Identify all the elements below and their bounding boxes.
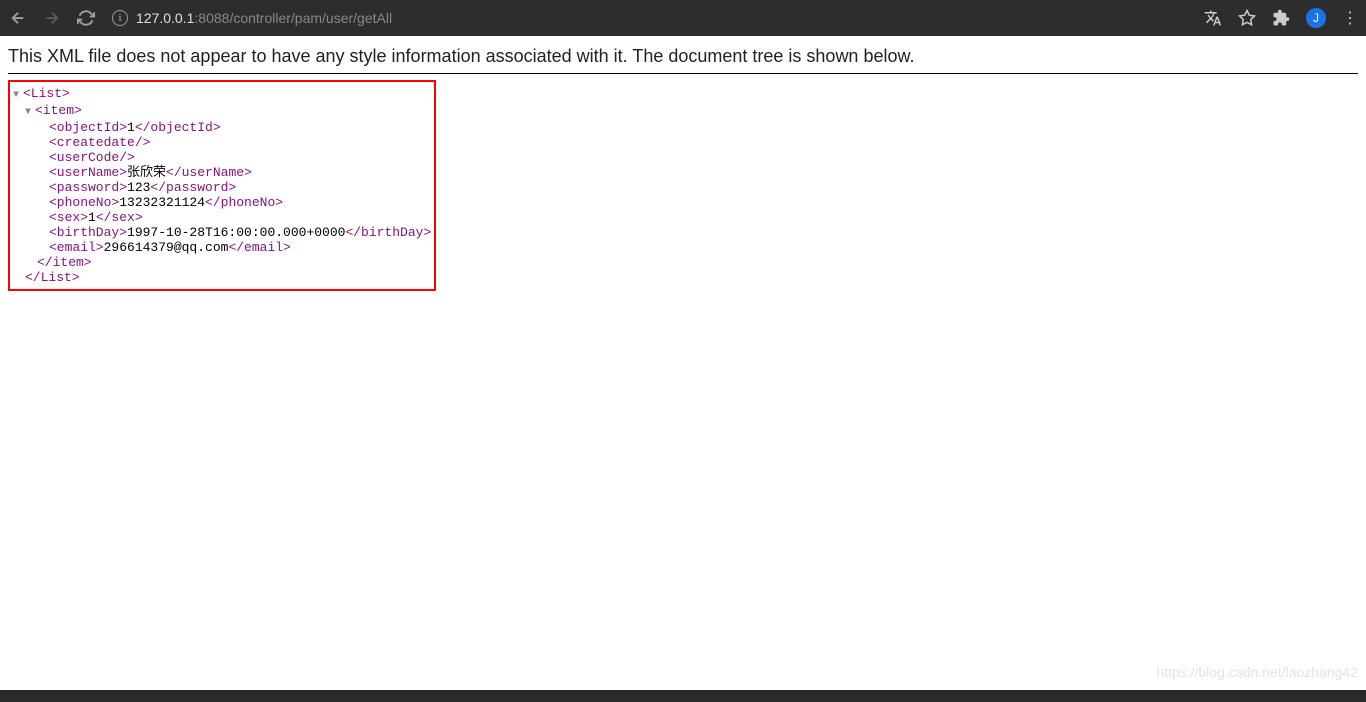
xml-createdate: <createdate/> — [13, 135, 431, 150]
address-bar[interactable]: i 127.0.0.1:8088/controller/pam/user/get… — [112, 10, 1192, 26]
xml-phoneno: <phoneNo>13232321124</phoneNo> — [13, 195, 431, 210]
reload-button[interactable] — [76, 8, 96, 28]
forward-button[interactable] — [42, 8, 62, 28]
star-icon[interactable] — [1238, 9, 1256, 27]
toggle-icon[interactable]: ▼ — [13, 88, 23, 103]
xml-password: <password>123</password> — [13, 180, 431, 195]
menu-icon[interactable]: ⋮ — [1342, 8, 1358, 28]
nav-buttons — [8, 8, 96, 28]
xml-root-close: </List> — [13, 270, 431, 285]
watermark: https://blog.csdn.net/laozhang42 — [1156, 664, 1358, 680]
xml-sex: <sex>1</sex> — [13, 210, 431, 225]
xml-username: <userName>张欣荣</userName> — [13, 165, 431, 180]
bottom-bar — [0, 690, 1366, 702]
xml-tree: ▼<List> ▼<item> <objectId>1</objectId> <… — [13, 86, 431, 285]
xml-email: <email>296614379@qq.com</email> — [13, 240, 431, 255]
browser-toolbar: i 127.0.0.1:8088/controller/pam/user/get… — [0, 0, 1366, 36]
url-host: 127.0.0.1 — [136, 10, 194, 26]
avatar-letter: J — [1313, 11, 1319, 25]
xml-item-close: </item> — [13, 255, 431, 270]
translate-icon[interactable] — [1204, 9, 1222, 27]
xml-notice: This XML file does not appear to have an… — [8, 46, 1358, 74]
xml-objectid: <objectId>1</objectId> — [13, 120, 431, 135]
page-content: This XML file does not appear to have an… — [0, 36, 1366, 301]
toggle-icon[interactable]: ▼ — [25, 105, 35, 120]
xml-usercode: <userCode/> — [13, 150, 431, 165]
highlight-box: ▼<List> ▼<item> <objectId>1</objectId> <… — [8, 80, 436, 291]
url-port: :8088 — [194, 10, 229, 26]
xml-item-open: ▼<item> — [13, 103, 431, 120]
xml-birthday: <birthDay>1997-10-28T16:00:00.000+0000</… — [13, 225, 431, 240]
info-icon[interactable]: i — [112, 10, 128, 26]
avatar[interactable]: J — [1306, 8, 1326, 28]
toolbar-right: J ⋮ — [1204, 8, 1358, 28]
back-button[interactable] — [8, 8, 28, 28]
xml-root-open: ▼<List> — [13, 86, 431, 103]
extensions-icon[interactable] — [1272, 9, 1290, 27]
url-path: /controller/pam/user/getAll — [229, 10, 392, 26]
